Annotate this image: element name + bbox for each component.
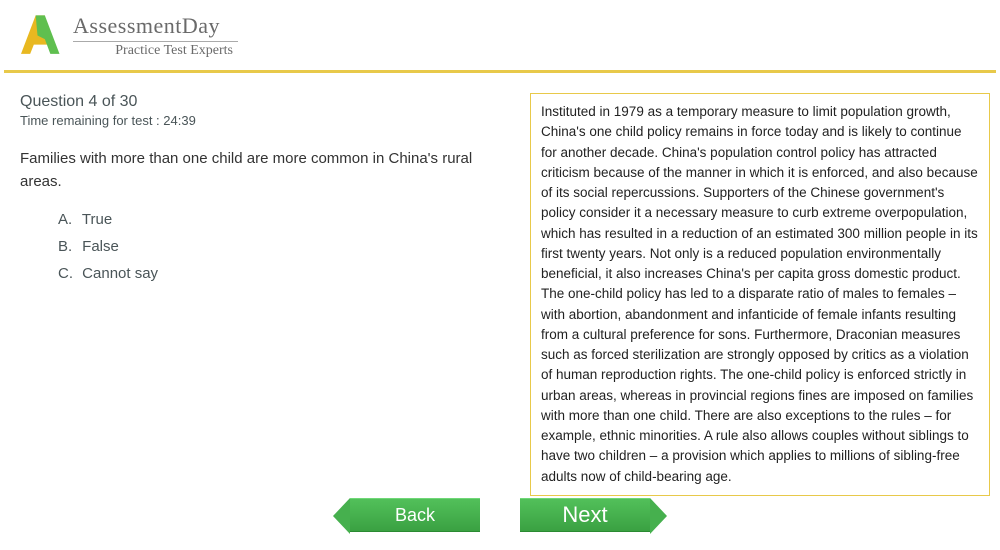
option-a[interactable]: A. True bbox=[58, 211, 500, 228]
option-letter: B. bbox=[58, 238, 78, 255]
option-label: True bbox=[82, 211, 112, 228]
brand-tagline: Practice Test Experts bbox=[115, 43, 238, 59]
options-list: A. True B. False C. Cannot say bbox=[20, 211, 500, 282]
passage-text: Instituted in 1979 as a temporary measur… bbox=[530, 93, 990, 496]
nav-buttons: Back Next bbox=[0, 498, 1000, 532]
timer: Time remaining for test : 24:39 bbox=[20, 113, 500, 128]
option-b[interactable]: B. False bbox=[58, 238, 500, 255]
question-text: Families with more than one child are mo… bbox=[20, 148, 500, 193]
logo-icon bbox=[10, 8, 65, 63]
brand-divider bbox=[73, 41, 238, 42]
brand-name: AssessmentDay bbox=[73, 13, 238, 39]
content-area: Question 4 of 30 Time remaining for test… bbox=[0, 73, 1000, 496]
option-letter: A. bbox=[58, 211, 78, 228]
passage-column: Instituted in 1979 as a temporary measur… bbox=[530, 93, 990, 496]
option-c[interactable]: C. Cannot say bbox=[58, 265, 500, 282]
next-label: Next bbox=[562, 502, 607, 528]
option-label: Cannot say bbox=[82, 265, 158, 282]
header: AssessmentDay Practice Test Experts bbox=[0, 0, 1000, 68]
question-column: Question 4 of 30 Time remaining for test… bbox=[20, 93, 500, 496]
question-counter: Question 4 of 30 bbox=[20, 93, 500, 111]
option-letter: C. bbox=[58, 265, 78, 282]
option-label: False bbox=[82, 238, 119, 255]
back-button[interactable]: Back bbox=[350, 498, 480, 532]
next-button[interactable]: Next bbox=[520, 498, 650, 532]
brand-text: AssessmentDay Practice Test Experts bbox=[73, 13, 238, 59]
back-label: Back bbox=[395, 505, 435, 526]
